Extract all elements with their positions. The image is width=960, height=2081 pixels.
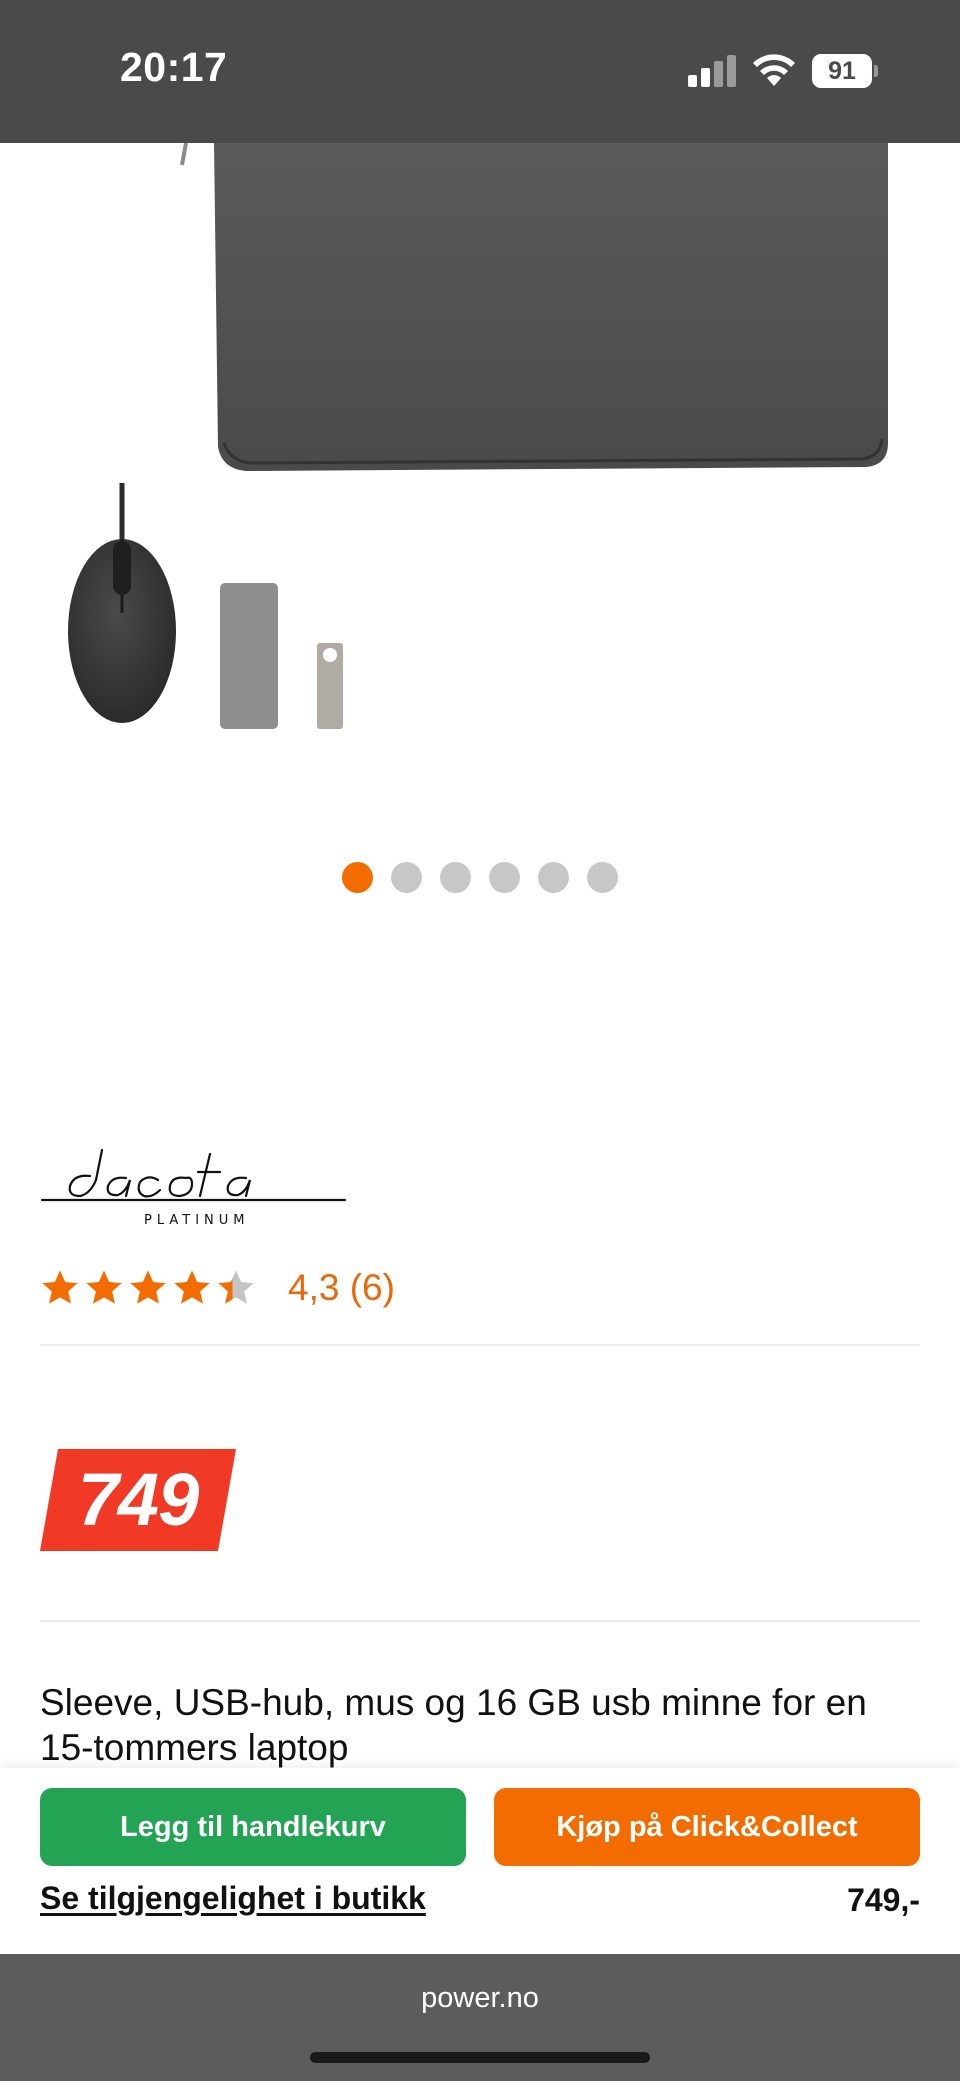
carousel-dot[interactable] bbox=[391, 862, 422, 893]
bottom-price: 749,- bbox=[847, 1882, 920, 1918]
star-icon bbox=[130, 1270, 166, 1304]
divider bbox=[40, 1620, 920, 1622]
carousel-dot[interactable] bbox=[587, 862, 618, 893]
click-collect-button[interactable]: Kjøp på Click&Collect bbox=[494, 1788, 920, 1866]
star-icon bbox=[42, 1270, 78, 1304]
signal-icon bbox=[688, 55, 736, 87]
url-bar[interactable]: power.no bbox=[0, 1982, 960, 2015]
wifi-icon bbox=[753, 54, 795, 86]
home-indicator[interactable] bbox=[310, 2052, 650, 2063]
status-bar: 20:17 91 bbox=[0, 0, 960, 143]
brand-logo[interactable]: PLATINUM bbox=[40, 1140, 350, 1230]
carousel-dots bbox=[342, 862, 618, 894]
price-tag: 749 bbox=[40, 1449, 236, 1551]
divider bbox=[40, 1344, 920, 1346]
product-image[interactable] bbox=[0, 143, 960, 783]
add-to-cart-button[interactable]: Legg til handlekurv bbox=[40, 1788, 466, 1866]
battery-icon: 91 bbox=[812, 54, 878, 88]
status-time: 20:17 bbox=[120, 44, 228, 90]
carousel-dot[interactable] bbox=[489, 862, 520, 893]
browser-bar: power.no bbox=[0, 1954, 960, 2081]
price-value: 749 bbox=[77, 1458, 199, 1541]
laptop-sleeve bbox=[214, 143, 888, 471]
star-icon bbox=[86, 1270, 122, 1304]
carousel-dot[interactable] bbox=[440, 862, 471, 893]
carousel-dot[interactable] bbox=[342, 862, 373, 893]
battery-level: 91 bbox=[828, 57, 856, 85]
carousel-dot[interactable] bbox=[538, 862, 569, 893]
rating-text[interactable]: 4,3 (6) bbox=[288, 1267, 395, 1309]
rating-stars bbox=[40, 1268, 256, 1308]
action-bar: Legg til handlekurv Kjøp på Click&Collec… bbox=[0, 1768, 960, 1954]
star-icon bbox=[174, 1270, 210, 1304]
product-title: Sleeve, USB-hub, mus og 16 GB usb minne … bbox=[40, 1682, 867, 1768]
store-availability-link[interactable]: Se tilgjengelighet i butikk bbox=[40, 1880, 426, 1917]
svg-text:PLATINUM: PLATINUM bbox=[144, 1213, 250, 1228]
rating[interactable]: 4,3 (6) bbox=[40, 1266, 395, 1310]
star-half-icon bbox=[218, 1270, 254, 1304]
usb-hub bbox=[220, 583, 278, 729]
